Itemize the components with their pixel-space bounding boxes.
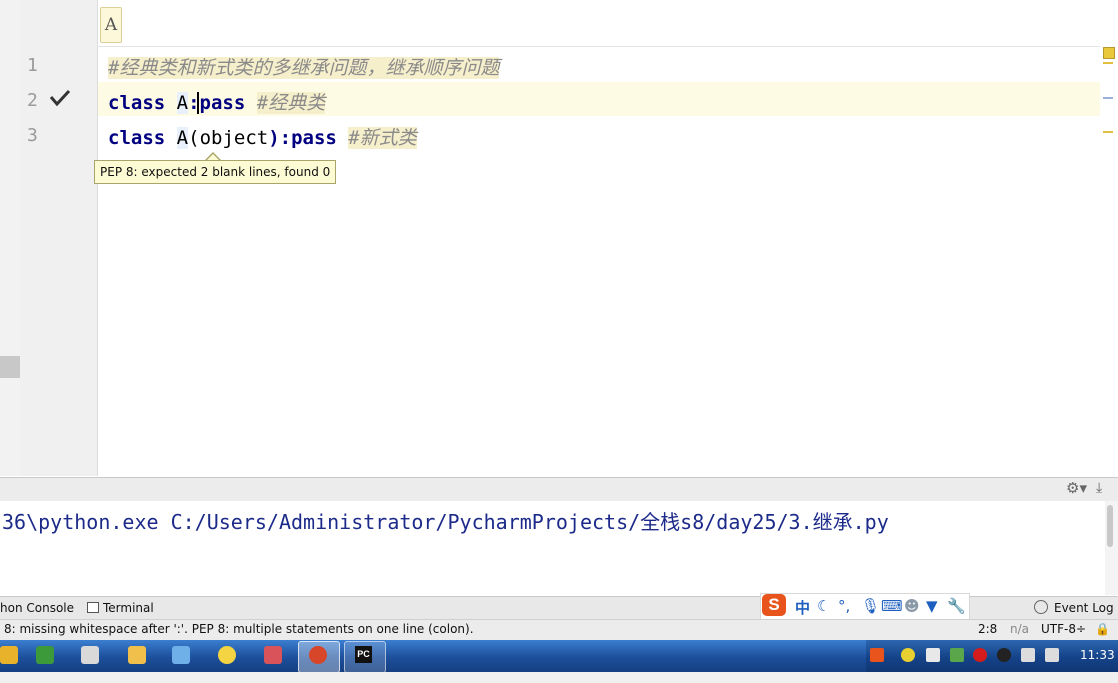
microphone-icon[interactable]: 🎙 [861,597,880,615]
record-icon[interactable] [973,648,987,662]
punctuation-icon[interactable]: °, [838,597,850,615]
breadcrumb-class-a[interactable]: A [100,7,122,43]
line-number-1: 1 [27,55,38,76]
monitor-icon[interactable] [1021,648,1035,662]
warning-marker[interactable] [1103,62,1113,64]
wrench-icon[interactable]: 🔧 [947,597,966,615]
pycharm-icon: PC [355,646,372,663]
taskbar-clock[interactable]: 11:33 [1080,648,1115,662]
breadcrumb-bar [98,0,1118,47]
sogou-icon[interactable] [870,648,884,662]
left-tool-strip [0,0,21,476]
terminal-icon [87,602,99,613]
console-command-line: 36\python.exe C:/Users/Administrator/Pyc… [2,510,889,534]
line-separator-indicator[interactable]: n/a [1010,622,1029,636]
hide-icon[interactable]: ⤓ [1096,479,1102,496]
status-message[interactable]: 8: missing whitespace after ':'. PEP 8: … [4,622,474,636]
tab-python-console[interactable]: hon Console [0,601,74,615]
left-strip-scroll-mark[interactable] [0,356,20,378]
code-line-3[interactable]: class A(object):pass #新式类 [108,123,417,150]
code-line-2[interactable]: class A:pass #经典类 [108,88,326,115]
smiley-icon[interactable] [218,646,236,664]
caret-position[interactable]: 2:8 [978,622,997,636]
paint-icon[interactable] [172,646,190,664]
app-icon[interactable] [0,646,18,664]
network-icon[interactable] [926,648,940,662]
caret-row-marker[interactable] [1103,97,1113,99]
screen-bottom-strip [0,672,1118,683]
warning-marker[interactable] [1103,131,1113,133]
app-active-icon [309,646,327,664]
code-pass-statement: ):pass [268,127,337,149]
tab-terminal[interactable]: Terminal [103,601,154,615]
volume-icon[interactable] [1045,648,1059,662]
sogou-logo-icon[interactable]: S [762,594,786,616]
pep8-tooltip: PEP 8: expected 2 blank lines, found 0 [94,160,337,184]
tab-event-log[interactable]: Event Log [1054,601,1114,615]
code-line-1[interactable]: #经典类和新式类的多继承问题，继承顺序问题 [108,53,500,80]
text-caret [197,92,199,114]
qq-icon[interactable] [997,648,1011,662]
bird-icon[interactable] [264,646,282,664]
code-comment: #经典类和新式类的多继承问题，继承顺序问题 [108,57,500,79]
lock-icon[interactable]: 🔒 [1095,622,1110,636]
ime-mode-toggle[interactable]: 中 [795,597,810,618]
code-comment: #新式类 [348,127,417,149]
code-class-name: A [176,92,189,114]
camera-icon[interactable] [128,646,146,664]
error-stripe[interactable] [1100,46,1118,476]
flag-icon[interactable] [36,646,54,664]
code-keyword-class: class [108,92,166,114]
moon-icon[interactable]: ☾ [817,597,830,615]
console-scroll-thumb[interactable] [1107,505,1113,547]
encoding-indicator[interactable]: UTF-8÷ [1041,622,1086,636]
code-base-class: object [199,127,269,149]
code-class-name: A [176,127,189,149]
inspection-status-icon[interactable] [1103,47,1115,59]
code-keyword-class: class [108,127,166,149]
code-paren-open: ( [188,127,200,149]
line-number-3: 3 [27,125,38,146]
keyboard-icon[interactable]: ⌨ [881,597,903,615]
plus-icon[interactable] [901,648,915,662]
checkmark-icon[interactable] [48,88,72,108]
flag-icon[interactable] [950,648,964,662]
gear-icon[interactable]: ⚙▾ [1066,479,1087,497]
run-window-header [0,477,1118,502]
event-log-icon [1034,600,1048,614]
code-comment: #经典类 [256,92,326,114]
user-icon[interactable]: ☻ [904,597,920,615]
windows-icon[interactable] [81,646,99,664]
shirt-icon[interactable]: ▼ [926,597,938,615]
